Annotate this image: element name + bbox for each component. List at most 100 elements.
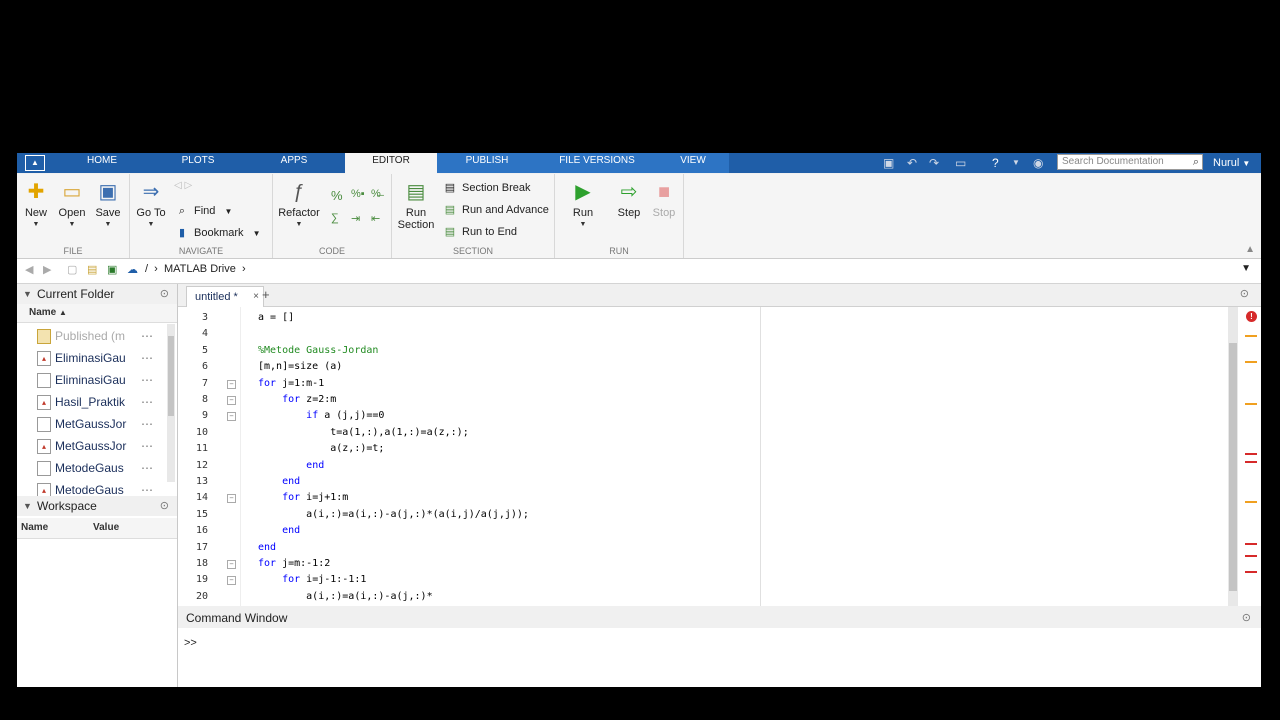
redo-icon[interactable]: ↷ <box>929 155 939 171</box>
save-quick-icon[interactable]: ▣ <box>883 155 894 171</box>
code-line[interactable]: 5 %Metode Gauss-Jordan <box>178 343 1228 359</box>
search-icon[interactable]: ⌕ <box>1193 155 1199 169</box>
breadcrumb[interactable]: / › MATLAB Drive › <box>145 263 246 275</box>
uncomment-icon[interactable]: %̶ <box>371 188 381 200</box>
editor-scroll-thumb[interactable] <box>1229 343 1237 591</box>
cloud-icon[interactable]: ☁ <box>127 263 138 276</box>
more-options-icon[interactable]: ⋯ <box>141 392 153 412</box>
fold-toggle-icon[interactable]: − <box>227 560 236 569</box>
code-line[interactable]: 12 end <box>178 458 1228 474</box>
close-tab-icon[interactable]: × <box>253 287 259 307</box>
workspace-header[interactable]: ▼ Workspace ⊙ <box>17 496 177 516</box>
list-item[interactable]: ▴ MetGaussJor ⋯ <box>17 436 167 456</box>
comment-icon[interactable]: % <box>331 188 343 203</box>
editor-scrollbar[interactable] <box>1228 307 1238 606</box>
code-line[interactable]: 16 end <box>178 523 1228 539</box>
code-line[interactable]: 14 − for i=j+1:m <box>178 490 1228 506</box>
open-button[interactable]: ▭ Open ▼ <box>55 180 89 228</box>
folder-scrollbar[interactable] <box>167 324 175 482</box>
tab-untitled[interactable]: untitled * × <box>186 286 264 307</box>
indent-icon[interactable]: ⇥ <box>351 212 360 225</box>
command-prompt[interactable]: >> <box>184 637 197 649</box>
new-tab-icon[interactable]: + <box>262 287 270 302</box>
code-line[interactable]: 8 − for z=2:m <box>178 392 1228 408</box>
help-icon[interactable]: ? <box>992 155 999 171</box>
community-icon[interactable]: ◉ <box>1033 155 1043 171</box>
editor-options-icon[interactable]: ⊙ <box>1240 287 1249 300</box>
error-mark[interactable] <box>1245 453 1257 455</box>
list-item[interactable]: MetGaussJor ⋯ <box>17 414 167 434</box>
tab-file-versions[interactable]: FILE VERSIONS <box>537 153 657 173</box>
stop-button[interactable]: ■ Stop <box>649 180 679 219</box>
bookmark-button[interactable]: ▮ Bookmark ▼ <box>174 224 261 242</box>
error-mark[interactable] <box>1245 555 1257 557</box>
code-line[interactable]: 3 a = [] <box>178 310 1228 326</box>
run-section-button[interactable]: ▤ Run Section <box>394 180 438 231</box>
code-line[interactable]: 19 − for i=j-1:-1:1 <box>178 572 1228 588</box>
code-line[interactable]: 9 − if a (j,j)==0 <box>178 408 1228 424</box>
fold-toggle-icon[interactable]: − <box>227 396 236 405</box>
command-window-header[interactable]: Command Window ⊙ <box>178 608 1261 628</box>
code-line[interactable]: 4 <box>178 326 1228 342</box>
current-folder-header[interactable]: ▼ Current Folder ⊙ <box>17 284 177 304</box>
find-button[interactable]: ⌕ Find ▼ <box>174 202 232 220</box>
address-dropdown-icon[interactable]: ▼ <box>1241 263 1251 274</box>
goto-button[interactable]: ⇒ Go To ▼ <box>134 180 168 228</box>
more-options-icon[interactable]: ⋯ <box>141 326 153 346</box>
fold-toggle-icon[interactable]: − <box>227 379 236 389</box>
error-mark[interactable] <box>1245 571 1257 573</box>
more-options-icon[interactable]: ⋯ <box>141 348 153 368</box>
list-item[interactable]: ▴ Hasil_Praktik ⋯ <box>17 392 167 412</box>
help-dropdown-icon[interactable]: ▼ <box>1012 155 1020 171</box>
panel-options-icon[interactable]: ⊙ <box>1242 608 1251 628</box>
list-item[interactable]: Published (m ⋯ <box>17 326 167 346</box>
error-mark[interactable] <box>1245 461 1257 463</box>
refactor-button[interactable]: ƒ Refactor ▼ <box>277 180 321 228</box>
code-line[interactable]: 7 − for j=1:m-1 <box>178 376 1228 392</box>
back-forward-icon[interactable]: ◁ ▷ <box>174 180 192 191</box>
search-folder-icon[interactable]: ▣ <box>107 263 117 276</box>
comment-block-icon[interactable]: %▪ <box>351 188 365 200</box>
search-documentation-input[interactable]: Search Documentation ⌕ <box>1057 154 1203 170</box>
code-line[interactable]: 6 [m,n]=size (a) <box>178 359 1228 375</box>
save-button[interactable]: ▣ Save ▼ <box>93 180 123 228</box>
new-button[interactable]: ✚ New ▼ <box>21 180 51 228</box>
tab-editor[interactable]: EDITOR <box>345 153 437 174</box>
layout-icon[interactable]: ▭ <box>955 155 966 171</box>
run-to-end-button[interactable]: ▤ Run to End <box>442 223 517 241</box>
list-item[interactable]: EliminasiGau ⋯ <box>17 370 167 390</box>
up-folder-icon[interactable]: ▢ <box>67 263 77 276</box>
code-line[interactable]: 13 end <box>178 474 1228 490</box>
panel-options-icon[interactable]: ⊙ <box>160 496 169 516</box>
fold-toggle-icon[interactable]: − <box>227 576 236 586</box>
list-item[interactable]: MetodeGaus ⋯ <box>17 458 167 478</box>
code-line[interactable]: 17 end <box>178 540 1228 556</box>
error-mark[interactable] <box>1245 543 1257 545</box>
tab-publish[interactable]: PUBLISH <box>437 153 537 173</box>
warning-mark[interactable] <box>1245 501 1257 503</box>
tab-view[interactable]: VIEW <box>657 153 729 173</box>
error-indicator-icon[interactable]: ! <box>1246 311 1257 322</box>
code-line[interactable]: 11 a(z,:)=t; <box>178 441 1228 457</box>
code-line[interactable]: 18 − for j=m:-1:2 <box>178 556 1228 572</box>
section-break-button[interactable]: ▤ Section Break <box>442 179 531 197</box>
more-options-icon[interactable]: ⋯ <box>141 436 153 456</box>
list-item[interactable]: ▴ EliminasiGau ⋯ <box>17 348 167 368</box>
run-button[interactable]: ▶ Run ▼ <box>567 180 599 228</box>
panel-options-icon[interactable]: ⊙ <box>160 284 169 304</box>
warning-mark[interactable] <box>1245 403 1257 405</box>
collapse-toolstrip-icon[interactable]: ▲ <box>1245 244 1255 255</box>
browse-folder-icon[interactable]: ▤ <box>87 263 97 276</box>
name-column-header[interactable]: Name ▲ <box>17 304 177 323</box>
insert-function-icon[interactable]: ∑ <box>331 212 339 224</box>
tab-home[interactable]: HOME <box>75 153 129 173</box>
fold-toggle-icon[interactable]: − <box>227 494 236 504</box>
tab-plots[interactable]: PLOTS <box>167 153 229 173</box>
warning-mark[interactable] <box>1245 361 1257 363</box>
code-area[interactable]: 3 a = [] 4 5 %Metode Gauss-Jordan 6 [m,n]=size… <box>178 307 1228 606</box>
run-and-advance-button[interactable]: ▤ Run and Advance <box>442 201 549 219</box>
folder-scroll-thumb[interactable] <box>168 336 174 416</box>
code-line[interactable]: 15 a(i,:)=a(i,:)-a(j,:)*(a(i,j)/a(j,j)); <box>178 507 1228 523</box>
more-options-icon[interactable]: ⋯ <box>141 414 153 434</box>
undo-icon[interactable]: ↶ <box>907 155 917 171</box>
